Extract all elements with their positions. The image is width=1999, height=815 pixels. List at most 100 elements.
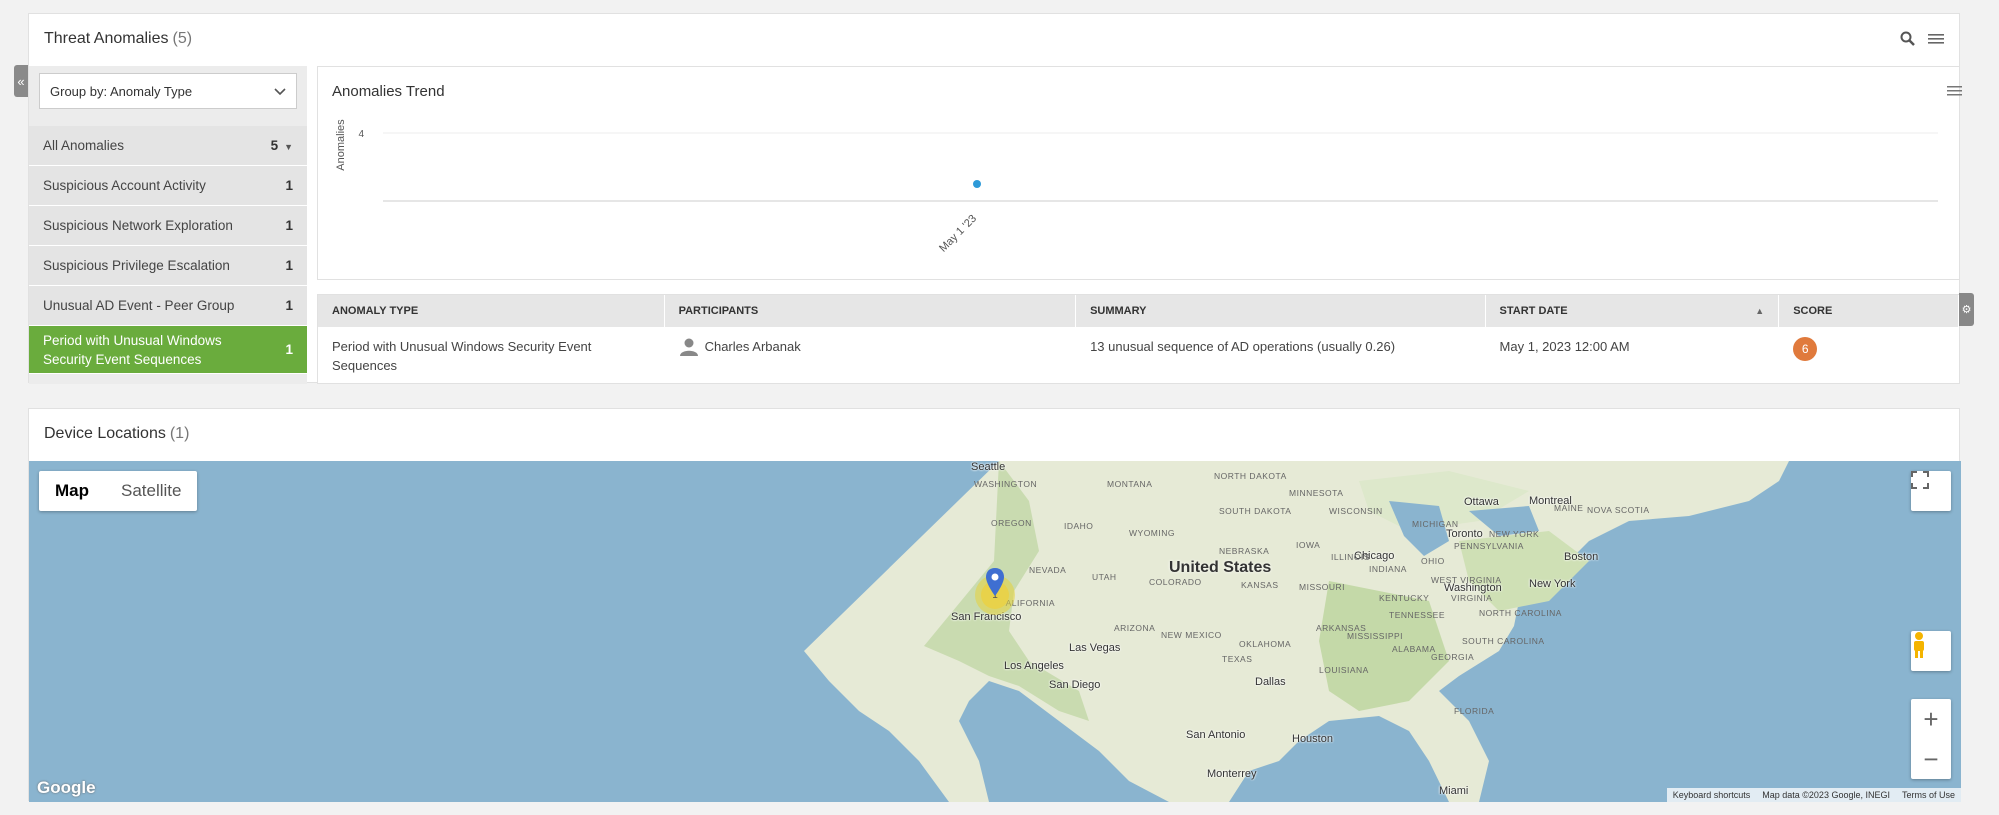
sidebar-item-network-exploration[interactable]: Suspicious Network Exploration 1 <box>29 206 307 246</box>
map-state-label: LOUISIANA <box>1319 665 1369 675</box>
map-state-label: NEW YORK <box>1489 529 1540 539</box>
menu-icon[interactable] <box>1927 30 1945 48</box>
country-label: United States <box>1169 559 1272 576</box>
map-state-label: NORTH CAROLINA <box>1479 608 1562 618</box>
sidebar-item-account-activity[interactable]: Suspicious Account Activity 1 <box>29 166 307 206</box>
map-state-label: TEXAS <box>1222 654 1253 664</box>
threat-anomalies-panel: Threat Anomalies (5) Group by: Anomaly Ty… <box>28 13 1962 385</box>
search-icon[interactable] <box>1899 30 1917 48</box>
col-header-participants[interactable]: PARTICIPANTS <box>665 295 1077 327</box>
device-locations-panel: Device Locations (1) Map Satellite + − S… <box>28 408 1961 802</box>
collapse-sidebar-button[interactable]: « <box>14 65 28 97</box>
map-state-label: MINNESOTA <box>1289 488 1344 498</box>
cell-score: 6 <box>1779 327 1959 385</box>
trend-plot: Anomalies 4 May 1 '23 <box>335 119 1938 255</box>
map-state-label: ARIZONA <box>1114 623 1156 633</box>
map-state-label: NEVADA <box>1029 565 1067 575</box>
caret-down-icon: ▼ <box>284 142 293 152</box>
map-city-label: Monterrey <box>1207 768 1257 780</box>
map-state-label: SOUTH DAKOTA <box>1219 506 1292 516</box>
map-state-label: MISSISSIPPI <box>1347 631 1404 641</box>
table-header: ANOMALY TYPE PARTICIPANTS SUMMARY START … <box>318 295 1959 327</box>
map-city-label: Boston <box>1564 551 1599 563</box>
cell-participants: Charles Arbanak <box>665 327 1076 385</box>
cell-summary: 13 unusual sequence of AD operations (us… <box>1090 339 1396 354</box>
location-pin-icon[interactable] <box>986 568 1004 596</box>
participant-name[interactable]: Charles Arbanak <box>705 337 801 356</box>
col-header-start-date[interactable]: START DATE ▲ <box>1486 295 1780 327</box>
satellite-button[interactable]: Satellite <box>105 471 197 511</box>
map-city-label: San Diego <box>1049 679 1101 691</box>
map-city-label: Miami <box>1439 785 1469 797</box>
map-state-label: WEST VIRGINIA <box>1431 575 1502 585</box>
anomaly-count: (5) <box>172 30 193 47</box>
zoom-out-button[interactable]: − <box>1923 739 1938 779</box>
panel-title: Threat Anomalies (5) <box>44 30 193 47</box>
map-city-label: Houston <box>1292 733 1333 745</box>
map-state-label: MISSOURI <box>1299 582 1346 592</box>
map-land <box>804 461 1789 802</box>
map-state-label: PENNSYLVANIA <box>1454 541 1524 551</box>
group-by-select[interactable]: Group by: Anomaly Type <box>39 73 297 109</box>
y-axis-label: Anomalies <box>335 119 347 171</box>
anomalies-trend-chart: Anomalies Trend Anomalies 4 May 1 '23 <box>317 66 1962 280</box>
cell-anomaly-type[interactable]: Period with Unusual Windows Security Eve… <box>318 327 665 385</box>
zoom-in-button[interactable]: + <box>1923 699 1938 739</box>
score-badge: 6 <box>1793 337 1818 361</box>
sidebar-item-privilege-escalation[interactable]: Suspicious Privilege Escalation 1 <box>29 246 307 286</box>
map-city-label: Dallas <box>1255 676 1286 688</box>
street-view-button[interactable] <box>1911 631 1951 671</box>
map-state-label: WASHINGTON <box>974 479 1038 489</box>
x-tick-label: May 1 '23 <box>937 213 979 255</box>
map-state-label: ALABAMA <box>1392 644 1436 654</box>
zoom-control: + − <box>1911 699 1951 779</box>
cell-start-date: May 1, 2023 12:00 AM <box>1499 339 1630 354</box>
table-row[interactable]: Period with Unusual Windows Security Eve… <box>318 327 1959 385</box>
map-state-label: MONTANA <box>1107 479 1153 489</box>
map-state-label: OKLAHOMA <box>1239 639 1292 649</box>
map-type-toggle: Map Satellite <box>39 471 198 511</box>
map-state-label: MAINE <box>1554 503 1584 513</box>
map-state-label: FLORIDA <box>1454 706 1495 716</box>
map-state-label: INDIANA <box>1369 564 1407 574</box>
map-state-label: KANSAS <box>1241 580 1279 590</box>
col-header-anomaly-type[interactable]: ANOMALY TYPE <box>318 295 665 327</box>
device-count: (1) <box>169 425 190 442</box>
fullscreen-button[interactable] <box>1911 471 1951 511</box>
sidebar-item-all-anomalies[interactable]: All Anomalies 5 ▼ <box>29 126 307 166</box>
map-state-label: GEORGIA <box>1431 652 1475 662</box>
map-city-label: Toronto <box>1446 528 1483 540</box>
col-header-summary[interactable]: SUMMARY <box>1076 295 1486 327</box>
map-state-label: IOWA <box>1296 540 1321 550</box>
map-state-label: TENNESSEE <box>1389 610 1445 620</box>
pegman-icon <box>1914 632 1924 658</box>
anomaly-sidebar: Group by: Anomaly Type All Anomalies 5 ▼ … <box>29 66 307 384</box>
map-state-label: NEBRASKA <box>1219 546 1270 556</box>
map-button[interactable]: Map <box>39 471 105 511</box>
data-point[interactable] <box>973 180 981 188</box>
map-city-label: Seattle <box>971 461 1006 473</box>
gear-icon[interactable]: ⚙ <box>1959 293 1974 326</box>
map-state-label: OREGON <box>991 518 1032 528</box>
map-state-label: WISCONSIN <box>1329 506 1383 516</box>
map-state-label: UTAH <box>1092 572 1117 582</box>
device-map[interactable]: Map Satellite + − Seattle San Francisco … <box>29 461 1961 802</box>
map-city-label: San Antonio <box>1186 729 1246 741</box>
map-state-label: VIRGINIA <box>1451 593 1493 603</box>
col-header-score[interactable]: SCORE <box>1779 295 1959 327</box>
sidebar-item-windows-event-sequences[interactable]: Period with Unusual Windows Security Eve… <box>29 326 307 374</box>
map-data-credit: Map data ©2023 Google, INEGI <box>1762 790 1890 800</box>
map-state-label: ILLINOIS <box>1331 552 1370 562</box>
map-state-label: NORTH DAKOTA <box>1214 471 1287 481</box>
map-city-label: Las Vegas <box>1069 642 1121 654</box>
google-logo: Google <box>37 778 96 797</box>
map-state-label: SOUTH CAROLINA <box>1462 636 1545 646</box>
map-state-label: COLORADO <box>1149 577 1202 587</box>
map-attribution: Keyboard shortcuts Map data ©2023 Google… <box>1666 788 1961 802</box>
terms-link[interactable]: Terms of Use <box>1896 788 1961 802</box>
sidebar-item-ad-event-peer-group[interactable]: Unusual AD Event - Peer Group 1 <box>29 286 307 326</box>
fullscreen-icon <box>1911 471 1929 489</box>
keyboard-shortcuts-link[interactable]: Keyboard shortcuts <box>1667 788 1757 802</box>
map-state-label: OHIO <box>1421 556 1445 566</box>
sort-asc-icon: ▲ <box>1755 306 1765 316</box>
